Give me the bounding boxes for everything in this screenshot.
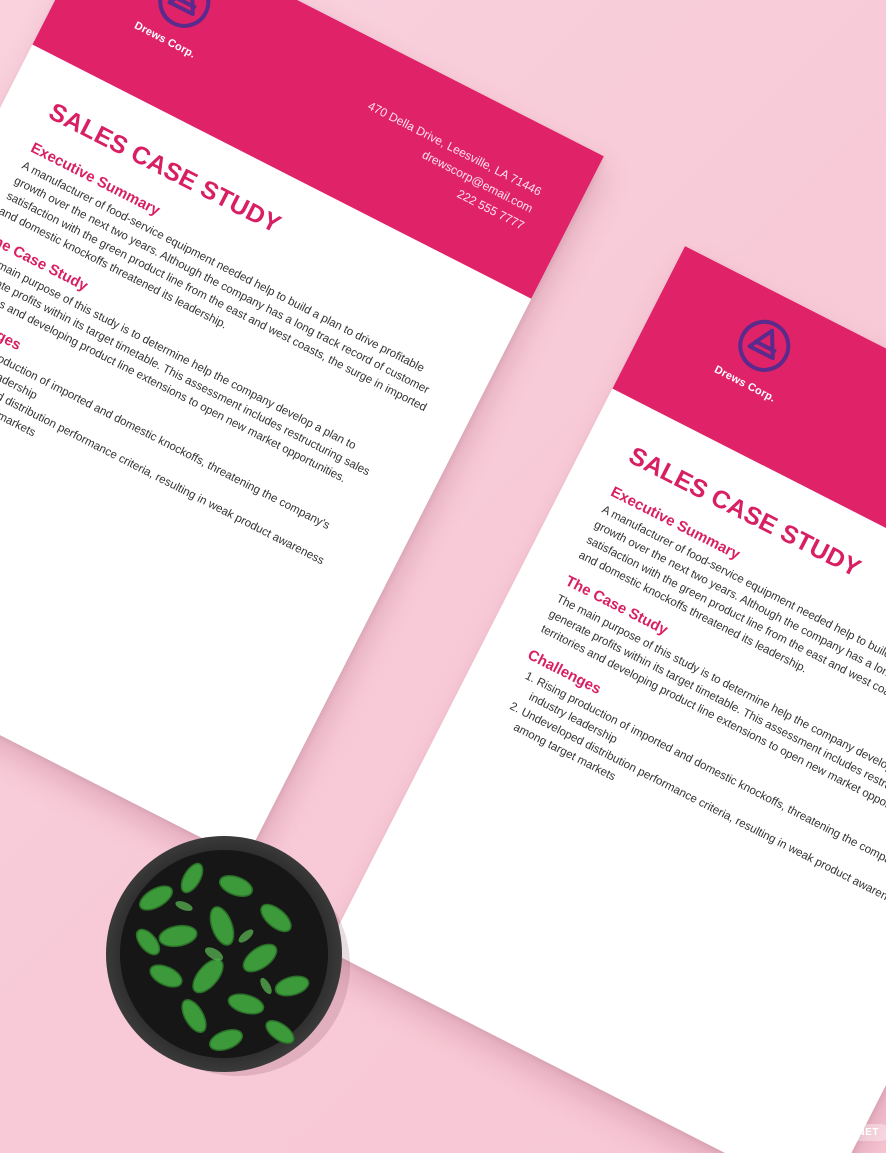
company-logo: Drews Corp. (689, 291, 832, 417)
company-logo: Drews Corp. (109, 0, 252, 73)
watermark-badge: TEMPLATE.NET (786, 1124, 886, 1141)
contact-block: 470 Della Drive, Leesville, LA 71446 dre… (347, 97, 545, 235)
scene: Drews Corp. 470 Della Drive, Leesville, … (0, 0, 886, 1153)
document-body: SALES CASE STUDY Executive Summary A man… (493, 442, 886, 939)
potted-plant-image (106, 836, 350, 1076)
